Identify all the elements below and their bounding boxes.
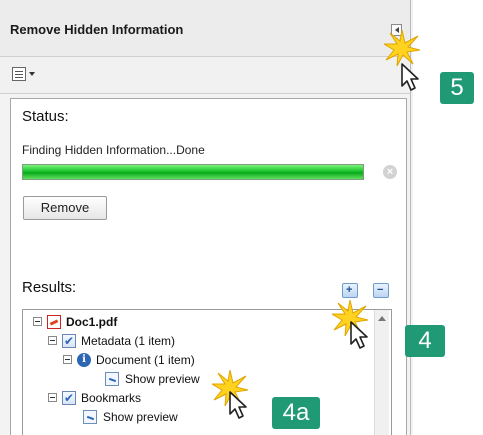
plus-icon: + xyxy=(346,284,353,296)
status-message: Finding Hidden Information...Done xyxy=(22,143,205,157)
remove-button[interactable]: Remove xyxy=(23,196,107,220)
status-heading: Status: xyxy=(22,108,69,125)
tree-item-label: Show preview xyxy=(125,372,200,386)
tree-item-label: Bookmarks xyxy=(81,391,142,405)
panel-header: Remove Hidden Information xyxy=(0,0,410,57)
preview-icon xyxy=(83,410,97,424)
tree-item-metadata[interactable]: Metadata (1 item) xyxy=(48,332,348,350)
callout-badge-4a: 4a xyxy=(272,397,320,429)
cancel-icon[interactable]: × xyxy=(383,165,397,179)
tree-item-label: Metadata (1 item) xyxy=(81,334,176,348)
panel-toolbar xyxy=(0,57,410,94)
panel-title: Remove Hidden Information xyxy=(10,22,184,37)
mouse-cursor-icon xyxy=(350,321,368,349)
options-list-icon xyxy=(12,67,26,81)
expand-all-button[interactable]: + xyxy=(342,283,358,298)
checkbox-checked-icon[interactable] xyxy=(62,389,76,407)
collapse-all-button[interactable]: − xyxy=(373,283,389,298)
collapse-toggle-icon[interactable] xyxy=(63,355,72,364)
callout-badge-4: 4 xyxy=(405,325,445,357)
info-icon: i xyxy=(77,353,91,367)
tree-item-doc1[interactable]: Doc1.pdf xyxy=(33,313,333,331)
checkbox-checked-icon[interactable] xyxy=(62,332,76,350)
tree-item-label: Doc1.pdf xyxy=(66,315,118,329)
tree-item-label: Document (1 item) xyxy=(96,353,195,367)
mouse-cursor-icon xyxy=(401,63,419,91)
options-menu-button[interactable] xyxy=(12,67,36,83)
preview-icon xyxy=(105,372,119,386)
tree-scrollbar[interactable] xyxy=(374,310,389,435)
collapse-toggle-icon[interactable] xyxy=(48,336,57,345)
pdf-icon xyxy=(47,315,61,329)
scroll-up-icon[interactable] xyxy=(378,316,386,321)
tree-item-document[interactable]: i Document (1 item) xyxy=(63,351,363,369)
results-heading: Results: xyxy=(22,279,77,296)
progress-bar xyxy=(22,164,364,180)
tree-item-label: Show preview xyxy=(103,410,178,424)
callout-badge-5: 5 xyxy=(440,72,474,104)
chevron-down-icon xyxy=(29,72,35,76)
tree-item-show-preview[interactable]: Show preview xyxy=(105,370,305,388)
mouse-cursor-icon xyxy=(229,391,247,419)
collapse-toggle-icon[interactable] xyxy=(48,393,57,402)
collapse-toggle-icon[interactable] xyxy=(33,317,42,326)
minus-icon: − xyxy=(377,284,384,296)
tree-item-show-preview[interactable]: Show preview xyxy=(83,408,283,426)
highlight-burst-icon xyxy=(384,30,420,66)
progress-fill xyxy=(23,165,363,179)
